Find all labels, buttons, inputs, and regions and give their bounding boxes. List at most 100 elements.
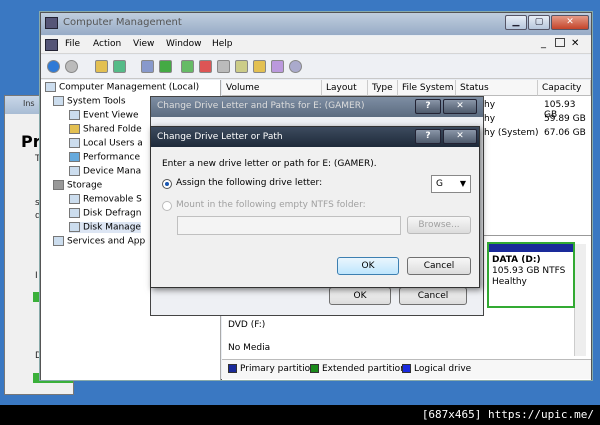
export-icon[interactable] — [235, 60, 248, 73]
services-icon — [53, 236, 64, 246]
no-media-label: No Media — [228, 343, 271, 353]
folder-search-icon[interactable] — [253, 60, 266, 73]
row-3-capacity: 67.06 GB — [544, 128, 586, 138]
extended-swatch — [310, 364, 319, 373]
background-line-4: I — [35, 271, 38, 281]
drive-letter-select[interactable]: G ▼ — [431, 175, 471, 193]
app-icon — [45, 39, 58, 51]
partition-legend: Primary partition Extended partition Log… — [222, 359, 591, 379]
dvd-label: DVD (F:) — [228, 320, 266, 330]
gear-icon[interactable] — [289, 60, 302, 73]
tree-item-disk-defragmenter[interactable]: Disk Defragn — [69, 208, 141, 219]
prompt-text: Enter a new drive letter or path for E: … — [162, 159, 377, 169]
assign-letter-radio[interactable] — [162, 179, 172, 189]
ok-button[interactable]: OK — [337, 257, 399, 275]
tree-item-device-manager[interactable]: Device Mana — [69, 166, 141, 177]
dialog-close-button[interactable]: ✕ — [443, 99, 477, 114]
menu-action[interactable]: Action — [93, 39, 121, 49]
column-header-type[interactable]: Type — [368, 80, 398, 96]
tools-icon — [53, 96, 64, 106]
column-header-file-system[interactable]: File System — [398, 80, 456, 96]
defragmenter-icon — [69, 208, 80, 218]
primary-swatch — [228, 364, 237, 373]
menu-view[interactable]: View — [133, 39, 154, 49]
menu-help[interactable]: Help — [212, 39, 233, 49]
mdi-close-icon[interactable]: ✕ — [571, 38, 579, 49]
tree-item-shared-folders[interactable]: Shared Folde — [69, 124, 142, 135]
close-button[interactable]: ✕ — [551, 15, 589, 30]
drive-letter-value: G — [436, 179, 443, 189]
up-folder-icon[interactable] — [95, 60, 108, 73]
row-3-status: hy (System) — [484, 128, 539, 138]
inner-close-button[interactable]: ✕ — [443, 129, 477, 144]
event-viewer-icon — [69, 110, 80, 120]
tree-item-performance[interactable]: Performance — [69, 152, 140, 163]
outer-cancel-button[interactable]: Cancel — [399, 287, 467, 305]
refresh-icon[interactable] — [181, 60, 194, 73]
column-header-capacity[interactable]: Capacity — [538, 80, 591, 96]
background-line-2: s — [35, 198, 40, 208]
legend-primary: Primary partition — [228, 364, 316, 374]
settings-icon[interactable] — [271, 60, 284, 73]
performance-icon — [69, 152, 80, 162]
row-1-status: hy — [484, 100, 496, 110]
device-manager-icon — [69, 166, 80, 176]
partition-color-bar — [489, 244, 573, 252]
mdi-restore-icon[interactable] — [555, 38, 565, 47]
menu-file[interactable]: File — [65, 39, 80, 49]
tree-item-services-apps[interactable]: Services and App — [53, 236, 145, 247]
mount-folder-input[interactable] — [177, 216, 401, 235]
cancel-button[interactable]: Cancel — [407, 257, 471, 275]
desktop: Ins Pr T s d I D Computer Management ▁ ▢… — [0, 0, 600, 405]
show-tree-icon[interactable] — [113, 60, 126, 73]
vertical-scrollbar[interactable] — [574, 244, 586, 356]
computer-icon — [45, 17, 58, 29]
maximize-button[interactable]: ▢ — [528, 15, 550, 30]
tree-item-root[interactable]: Computer Management (Local) — [45, 82, 199, 93]
mount-folder-radio[interactable] — [162, 201, 172, 211]
column-header-volume[interactable]: Volume — [222, 80, 322, 96]
background-window-heading: Pr — [21, 132, 41, 151]
browse-button[interactable]: Browse... — [407, 216, 471, 234]
menu-window[interactable]: Window — [166, 39, 202, 49]
mdi-minimize-icon[interactable]: _ — [541, 38, 546, 49]
forward-icon[interactable] — [65, 60, 78, 73]
watermark: [687x465] https://upic.me/ — [0, 405, 600, 425]
column-header-layout[interactable]: Layout — [322, 80, 368, 96]
back-icon[interactable] — [47, 60, 60, 73]
outer-ok-button[interactable]: OK — [329, 287, 391, 305]
partition-size: 105.93 GB NTFS — [492, 266, 566, 276]
logical-swatch — [402, 364, 411, 373]
partition-data-d[interactable]: DATA (D:) 105.93 GB NTFS Healthy — [487, 242, 575, 308]
search-icon[interactable] — [217, 60, 230, 73]
assign-letter-label[interactable]: Assign the following drive letter: — [176, 178, 322, 188]
toolbar — [41, 55, 591, 79]
legend-extended: Extended partition — [310, 364, 406, 374]
tree-item-system-tools[interactable]: System Tools — [53, 96, 126, 107]
inner-help-button[interactable]: ? — [415, 129, 441, 144]
mount-folder-label[interactable]: Mount in the following empty NTFS folder… — [176, 200, 366, 210]
row-2-capacity: 59.89 GB — [544, 114, 586, 124]
tree-item-removable-storage[interactable]: Removable S — [69, 194, 142, 205]
removable-storage-icon — [69, 194, 80, 204]
shared-folder-icon — [69, 124, 80, 134]
tree-item-event-viewer[interactable]: Event Viewe — [69, 110, 139, 121]
minimize-button[interactable]: ▁ — [505, 15, 527, 30]
help-icon[interactable] — [159, 60, 172, 73]
change-drive-letter-dialog: Change Drive Letter or Path ? ✕ Enter a … — [150, 126, 480, 288]
disk-management-icon — [69, 222, 80, 232]
column-header-status[interactable]: Status — [456, 80, 538, 96]
properties-icon[interactable] — [141, 60, 154, 73]
tree-item-local-users[interactable]: Local Users a — [69, 138, 143, 149]
tree-item-disk-management[interactable]: Disk Manage — [69, 222, 141, 233]
legend-logical: Logical drive — [402, 364, 471, 374]
window-title: Computer Management — [63, 17, 182, 28]
dialog-help-button[interactable]: ? — [415, 99, 441, 114]
delete-icon[interactable] — [199, 60, 212, 73]
storage-icon — [53, 180, 64, 190]
chevron-down-icon: ▼ — [459, 179, 466, 188]
partition-name: DATA (D:) — [492, 255, 541, 265]
row-2-status: hy — [484, 114, 496, 124]
menu-bar: File Action View Window Help _ ✕ — [41, 36, 591, 54]
tree-item-storage[interactable]: Storage — [53, 180, 102, 191]
